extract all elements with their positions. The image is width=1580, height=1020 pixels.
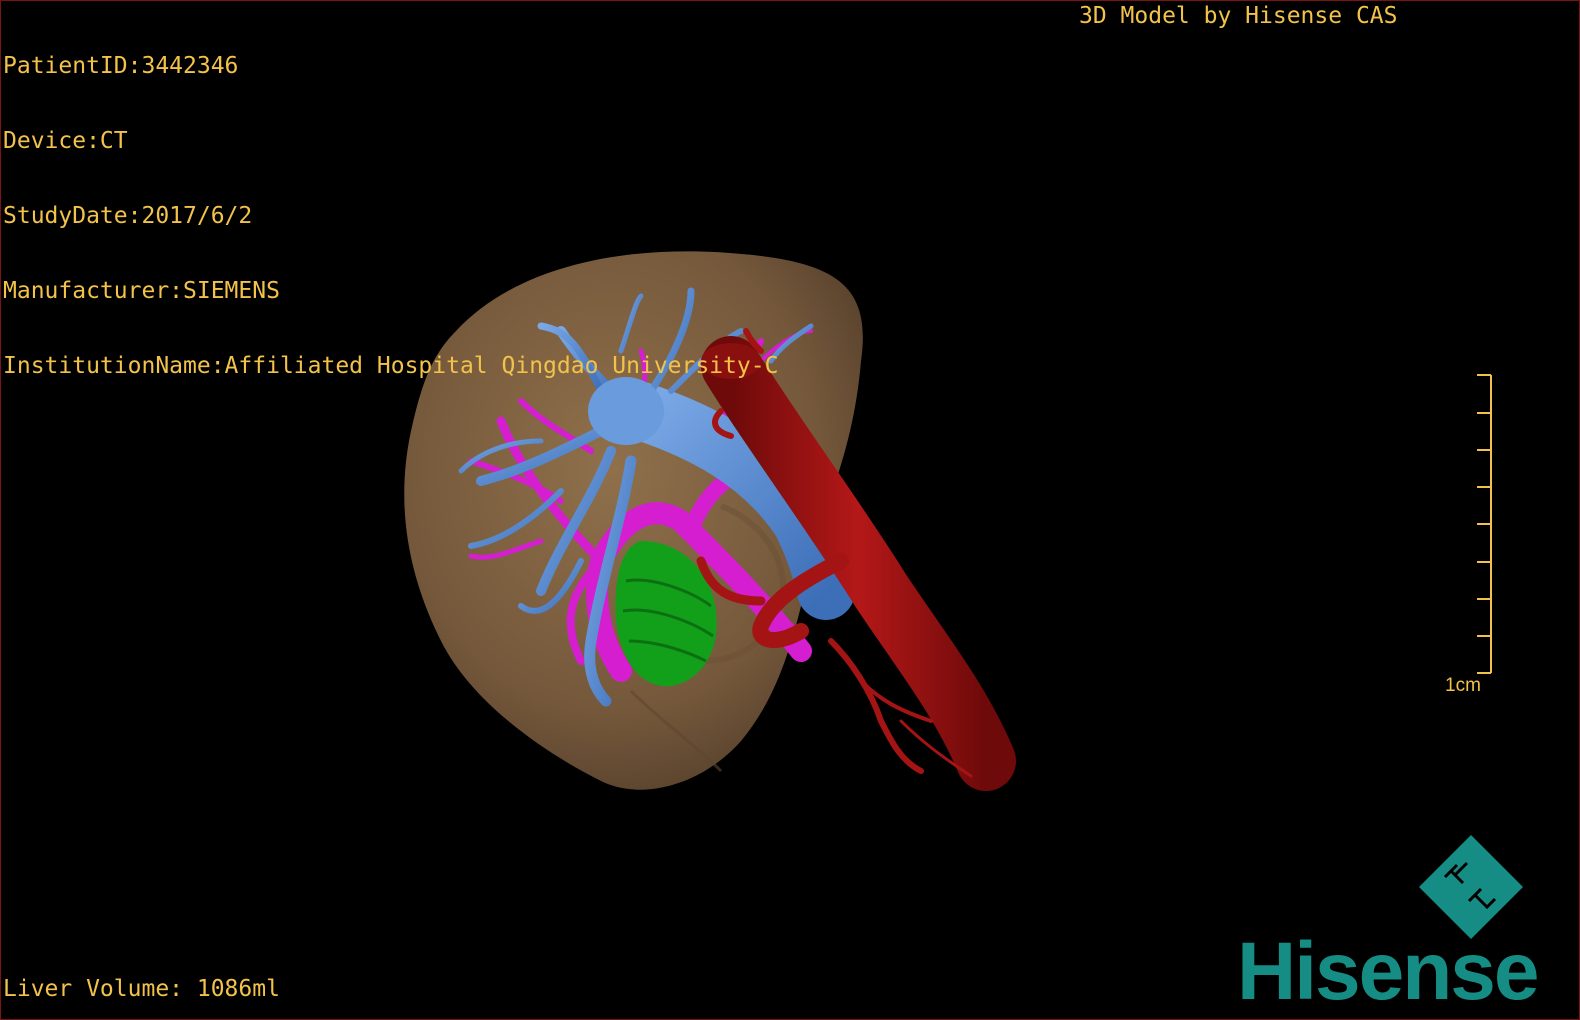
- liver-volume-text: Liver Volume: 1086ml: [3, 976, 280, 1002]
- study-date-text: StudyDate:2017/6/2: [3, 203, 253, 229]
- scale-bar: [1477, 374, 1492, 674]
- patient-id-text: PatientID:3442346: [3, 53, 239, 79]
- dicom-info-overlay: PatientID:3442346 Device:CT StudyDate:20…: [3, 4, 778, 429]
- institution-text: InstitutionName:Affiliated Hospital Qing…: [3, 353, 779, 379]
- model-credit-text: 3D Model by Hisense CAS: [1079, 3, 1398, 29]
- manufacturer-text: Manufacturer:SIEMENS: [3, 278, 280, 304]
- brand-wordmark: Hisense: [1237, 926, 1540, 1017]
- device-text: Device:CT: [3, 128, 128, 154]
- 3d-viewport[interactable]: PatientID:3442346 Device:CT StudyDate:20…: [0, 0, 1580, 1020]
- scale-bar-label: 1cm: [1445, 675, 1481, 696]
